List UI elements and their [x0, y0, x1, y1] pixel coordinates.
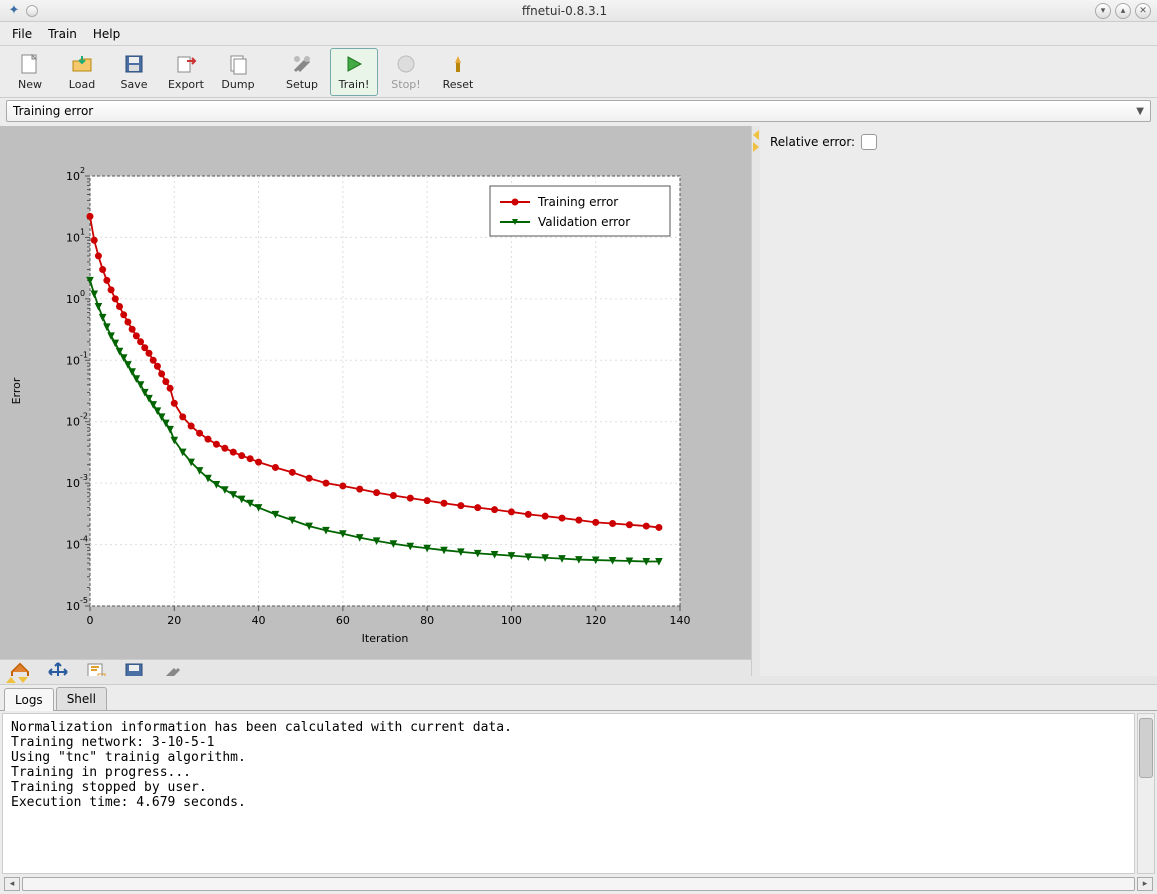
svg-text:10: 10 — [66, 231, 80, 244]
reset-icon — [446, 52, 470, 76]
app-icon: ✦ — [6, 3, 22, 19]
svg-text:10: 10 — [66, 354, 80, 367]
relative-error-label: Relative error: — [770, 135, 855, 149]
toolbar: New Load Save Export Dump Setup Train! S… — [0, 46, 1157, 98]
plot-wrap: 02040608010012014010-510-410-310-210-110… — [0, 126, 751, 659]
svg-text:40: 40 — [252, 614, 266, 627]
svg-text:100: 100 — [501, 614, 522, 627]
stop-button[interactable]: Stop! — [382, 48, 430, 96]
minimize-button[interactable]: ▾ — [1095, 3, 1111, 19]
svg-text:10: 10 — [66, 170, 80, 183]
menu-train[interactable]: Train — [40, 24, 85, 44]
splitter-down-icon — [18, 677, 28, 683]
svg-text:0: 0 — [87, 614, 94, 627]
svg-text:Error: Error — [10, 377, 23, 404]
plot-panel: 02040608010012014010-510-410-310-210-110… — [0, 126, 752, 676]
window-title: ffnetui-0.8.3.1 — [38, 4, 1091, 18]
splitter-up-icon — [6, 677, 16, 683]
dump-button[interactable]: Dump — [214, 48, 262, 96]
svg-text:-2: -2 — [80, 412, 88, 421]
view-selector-value: Training error — [13, 104, 93, 118]
splitter-left-icon — [753, 130, 759, 140]
save-button[interactable]: Save — [110, 48, 158, 96]
stop-icon — [394, 52, 418, 76]
svg-text:Validation error: Validation error — [538, 215, 630, 229]
setup-icon — [290, 52, 314, 76]
svg-text:140: 140 — [670, 614, 691, 627]
svg-text:60: 60 — [336, 614, 350, 627]
scroll-right-button[interactable]: ▸ — [1137, 877, 1153, 891]
export-icon — [174, 52, 198, 76]
titlebar: ✦ ffnetui-0.8.3.1 ▾ ▴ ✕ — [0, 0, 1157, 22]
svg-text:10: 10 — [66, 477, 80, 490]
load-button[interactable]: Load — [58, 48, 106, 96]
export-button[interactable]: Export — [162, 48, 210, 96]
view-selector-row: Training error ▼ — [0, 98, 1157, 126]
log-area: Normalization information has been calcu… — [0, 711, 1157, 876]
svg-text:80: 80 — [420, 614, 434, 627]
vertical-splitter[interactable] — [752, 126, 760, 676]
svg-text:1: 1 — [80, 227, 85, 236]
scroll-track[interactable] — [22, 877, 1135, 891]
svg-text:-1: -1 — [80, 350, 88, 359]
chevron-down-icon: ▼ — [1136, 106, 1144, 117]
svg-text:10: 10 — [66, 600, 80, 613]
menu-help[interactable]: Help — [85, 24, 128, 44]
svg-text:10: 10 — [66, 539, 80, 552]
menu-file[interactable]: File — [4, 24, 40, 44]
relative-error-checkbox[interactable] — [861, 134, 877, 150]
maximize-button[interactable]: ▴ — [1115, 3, 1131, 19]
bottom-tabs: Logs Shell — [0, 685, 1157, 711]
train-icon — [342, 52, 366, 76]
svg-text:10: 10 — [66, 416, 80, 429]
new-button[interactable]: New — [6, 48, 54, 96]
svg-text:120: 120 — [585, 614, 606, 627]
svg-text:-3: -3 — [80, 473, 88, 482]
save-icon — [122, 52, 146, 76]
close-button[interactable]: ✕ — [1135, 3, 1151, 19]
menubar: File Train Help — [0, 22, 1157, 46]
log-text[interactable]: Normalization information has been calcu… — [2, 713, 1135, 874]
setup-button[interactable]: Setup — [278, 48, 326, 96]
svg-text:0: 0 — [80, 289, 85, 298]
svg-text:Iteration: Iteration — [362, 632, 409, 645]
tab-shell[interactable]: Shell — [56, 687, 107, 710]
options-panel: Relative error: — [760, 126, 1157, 676]
reset-button[interactable]: Reset — [434, 48, 482, 96]
svg-text:20: 20 — [167, 614, 181, 627]
svg-text:10: 10 — [66, 293, 80, 306]
main-area: 02040608010012014010-510-410-310-210-110… — [0, 126, 1157, 676]
error-plot[interactable]: 02040608010012014010-510-410-310-210-110… — [0, 126, 752, 656]
dump-icon — [226, 52, 250, 76]
relative-error-row: Relative error: — [770, 134, 1147, 150]
svg-text:Training error: Training error — [537, 195, 618, 209]
view-selector-combo[interactable]: Training error ▼ — [6, 100, 1151, 122]
log-scrollbar[interactable] — [1137, 713, 1155, 874]
tab-logs[interactable]: Logs — [4, 688, 54, 711]
scroll-left-button[interactable]: ◂ — [4, 877, 20, 891]
splitter-right-icon — [753, 142, 759, 152]
new-icon — [18, 52, 42, 76]
scrollbar-thumb[interactable] — [1139, 718, 1153, 778]
horizontal-scrollbar: ◂ ▸ — [0, 876, 1157, 894]
svg-text:-5: -5 — [80, 596, 88, 605]
load-icon — [70, 52, 94, 76]
svg-text:2: 2 — [80, 166, 85, 175]
horizontal-splitter[interactable] — [0, 676, 1157, 684]
train-button[interactable]: Train! — [330, 48, 378, 96]
titlebar-dot-icon — [26, 5, 38, 17]
svg-text:-4: -4 — [80, 535, 88, 544]
bottom-panel: Logs Shell Normalization information has… — [0, 684, 1157, 894]
